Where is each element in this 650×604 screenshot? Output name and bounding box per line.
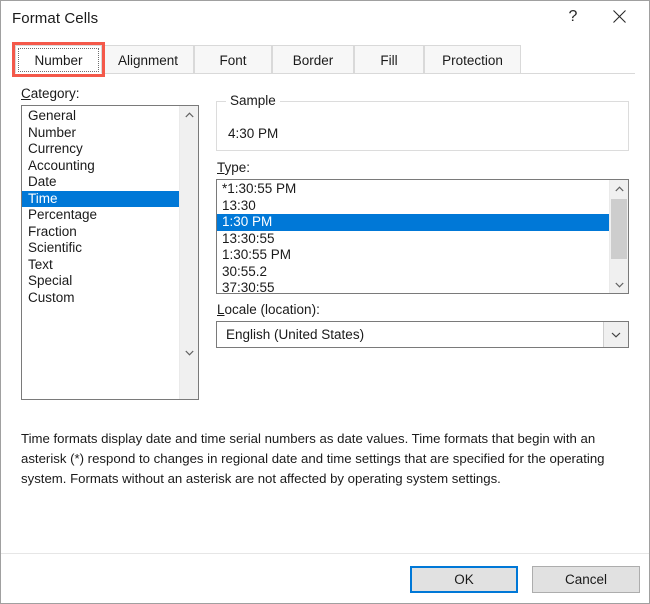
category-item-general[interactable]: General	[22, 108, 180, 125]
type-item-6[interactable]: 37:30:55	[217, 280, 610, 294]
category-scrollbar[interactable]	[179, 106, 198, 399]
number-tab-panel: Category: General Number Currency Accoun…	[15, 74, 635, 534]
type-item-0[interactable]: *1:30:55 PM	[217, 181, 610, 198]
help-button[interactable]: ?	[550, 1, 596, 32]
category-label: Category:	[21, 86, 80, 101]
category-listbox[interactable]: General Number Currency Accounting Date …	[21, 105, 199, 400]
type-scrollbar[interactable]	[609, 180, 628, 293]
cancel-button[interactable]: Cancel	[532, 566, 640, 593]
category-item-date[interactable]: Date	[22, 174, 180, 191]
category-item-time[interactable]: Time	[22, 191, 180, 208]
category-item-percentage[interactable]: Percentage	[22, 207, 180, 224]
chevron-down-icon[interactable]	[603, 322, 628, 347]
type-item-1[interactable]: 13:30	[217, 198, 610, 215]
tab-fill[interactable]: Fill	[354, 45, 424, 74]
category-item-number[interactable]: Number	[22, 125, 180, 142]
ok-button[interactable]: OK	[410, 566, 518, 593]
type-item-4[interactable]: 1:30:55 PM	[217, 247, 610, 264]
title-bar: Format Cells ?	[1, 1, 649, 40]
category-item-text[interactable]: Text	[22, 257, 180, 274]
locale-combobox[interactable]: English (United States)	[216, 321, 629, 348]
close-icon	[613, 10, 626, 23]
category-item-accounting[interactable]: Accounting	[22, 158, 180, 175]
sample-legend: Sample	[226, 93, 280, 108]
format-description: Time formats display date and time seria…	[21, 429, 629, 489]
tab-number[interactable]: Number	[15, 45, 102, 74]
tab-alignment-label: Alignment	[118, 53, 178, 68]
sample-value: 4:30 PM	[228, 126, 278, 141]
tab-border-label: Border	[293, 53, 334, 68]
scroll-up-icon[interactable]	[180, 106, 198, 123]
locale-label: Locale (location):	[217, 302, 320, 317]
tab-font-label: Font	[219, 53, 246, 68]
dialog-title: Format Cells	[12, 10, 98, 27]
tab-number-label: Number	[34, 53, 82, 68]
format-cells-dialog: Format Cells ? Number Alignment Font Bor…	[0, 0, 650, 604]
type-item-5[interactable]: 30:55.2	[217, 264, 610, 281]
tab-alignment[interactable]: Alignment	[102, 45, 194, 74]
question-mark-icon: ?	[569, 9, 578, 25]
scroll-down-icon[interactable]	[180, 344, 198, 361]
type-label: Type:	[217, 160, 250, 175]
category-item-fraction[interactable]: Fraction	[22, 224, 180, 241]
tab-protection[interactable]: Protection	[424, 45, 521, 74]
cancel-button-label: Cancel	[565, 572, 607, 587]
ok-button-label: OK	[454, 572, 474, 587]
category-item-currency[interactable]: Currency	[22, 141, 180, 158]
type-item-2[interactable]: 1:30 PM	[217, 214, 610, 231]
category-item-list: General Number Currency Accounting Date …	[22, 108, 180, 306]
locale-selected-value: English (United States)	[226, 327, 364, 342]
category-item-custom[interactable]: Custom	[22, 290, 180, 307]
category-item-scientific[interactable]: Scientific	[22, 240, 180, 257]
type-item-list: *1:30:55 PM 13:30 1:30 PM 13:30:55 1:30:…	[217, 181, 610, 294]
tab-font[interactable]: Font	[194, 45, 272, 74]
type-scrollbar-thumb[interactable]	[611, 199, 627, 259]
tab-strip: Number Alignment Font Border Fill Protec…	[15, 45, 635, 74]
tab-protection-label: Protection	[442, 53, 503, 68]
type-listbox[interactable]: *1:30:55 PM 13:30 1:30 PM 13:30:55 1:30:…	[216, 179, 629, 294]
footer-separator	[1, 553, 649, 554]
category-item-special[interactable]: Special	[22, 273, 180, 290]
tab-fill-label: Fill	[380, 53, 397, 68]
type-item-3[interactable]: 13:30:55	[217, 231, 610, 248]
tab-border[interactable]: Border	[272, 45, 354, 74]
type-scroll-down-icon[interactable]	[610, 276, 628, 293]
type-scroll-up-icon[interactable]	[610, 180, 628, 197]
close-button[interactable]	[596, 1, 642, 32]
